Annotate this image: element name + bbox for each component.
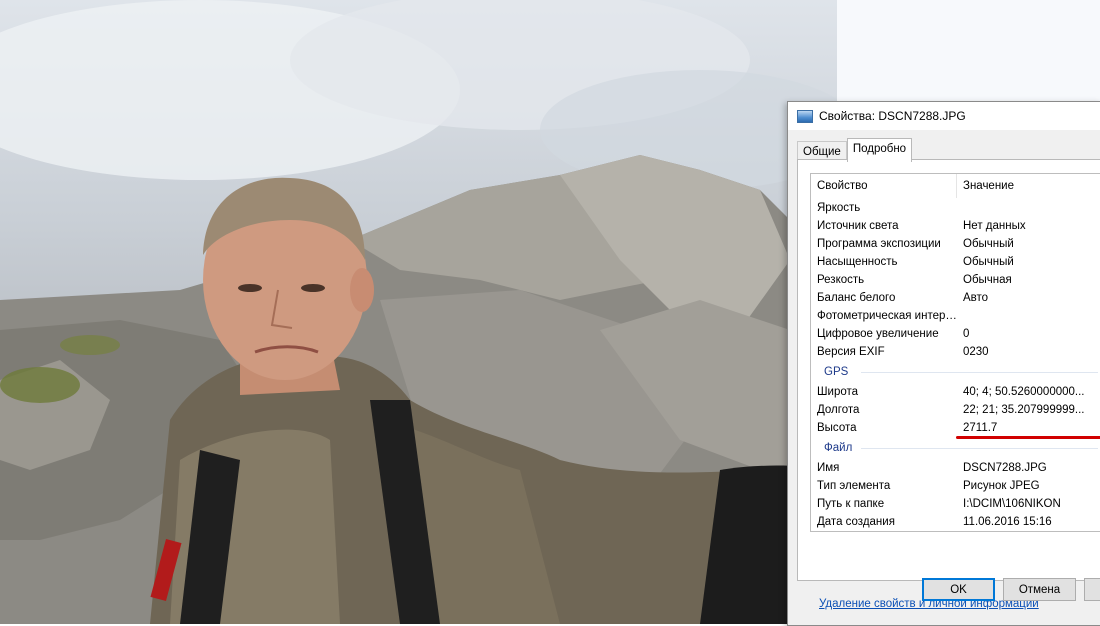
property-row[interactable]: Яркость	[811, 199, 1100, 217]
property-value: 22; 21; 35.207999999...	[963, 404, 1085, 416]
property-name: Путь к папке	[817, 498, 885, 510]
property-value: Обычный	[963, 238, 1014, 250]
property-name: Насыщенность	[817, 256, 898, 268]
property-name: Имя	[817, 462, 840, 474]
property-value: 0230	[963, 346, 989, 358]
property-value: 11.06.2016 15:16	[963, 516, 1052, 528]
property-row[interactable]: Тип элемента Рисунок JPEG	[811, 477, 1100, 495]
group-label-gps: GPS	[824, 366, 849, 378]
property-value: Авто	[963, 292, 989, 304]
property-name: Баланс белого	[817, 292, 896, 304]
property-name: Источник света	[817, 220, 899, 232]
property-value: Нет данных	[963, 220, 1026, 232]
column-header-property[interactable]: Свойство	[811, 174, 957, 198]
group-divider	[861, 372, 1098, 373]
list-header: Свойство Значение	[811, 174, 1100, 199]
property-value: DSCN7288.JPG	[963, 462, 1047, 474]
property-row[interactable]: Фотометрическая интер…	[811, 307, 1100, 325]
tab-strip: Общие Подробно	[797, 138, 913, 162]
altitude-highlight-underline	[956, 436, 1100, 439]
property-name: Резкость	[817, 274, 865, 286]
cancel-button[interactable]: Отмена	[1003, 578, 1076, 601]
property-row[interactable]: Дата создания 11.06.2016 15:16	[811, 513, 1100, 531]
property-row[interactable]: Цифровое увеличение 0	[811, 325, 1100, 343]
photo-illustration	[0, 0, 837, 624]
property-row[interactable]: Источник света Нет данных	[811, 217, 1100, 235]
property-value: Обычная	[963, 274, 1012, 286]
dialog-titlebar[interactable]: Свойства: DSCN7288.JPG	[788, 102, 1100, 130]
image-file-icon	[797, 109, 813, 123]
details-panel: Свойство Значение Яркость Источник света Н…	[797, 159, 1100, 610]
ok-button[interactable]: OK	[922, 578, 995, 601]
property-row[interactable]: Путь к папке I:\DCIM\106NIKON	[811, 495, 1100, 513]
property-name: Высота	[817, 422, 857, 434]
property-name: Дата создания	[817, 516, 895, 528]
property-name: Фотометрическая интер…	[817, 310, 957, 322]
property-name: Программа экспозиции	[817, 238, 941, 250]
property-row[interactable]: Широта 40; 4; 50.5260000000...	[811, 383, 1100, 401]
property-value: Рисунок JPEG	[963, 480, 1040, 492]
property-value: Обычный	[963, 256, 1014, 268]
property-row[interactable]: Программа экспозиции Обычный	[811, 235, 1100, 253]
property-name: Широта	[817, 386, 859, 398]
property-name: Цифровое увеличение	[817, 328, 939, 340]
property-row[interactable]: Баланс белого Авто	[811, 289, 1100, 307]
property-value: 2711.7	[963, 422, 998, 434]
tab-details[interactable]: Подробно	[846, 138, 913, 162]
property-row[interactable]: Долгота 22; 21; 35.207999999...	[811, 401, 1100, 419]
properties-dialog[interactable]: Свойства: DSCN7288.JPG Общие Подробно Св…	[787, 101, 1100, 626]
background-photo	[0, 0, 837, 624]
property-name: Долгота	[817, 404, 860, 416]
property-row[interactable]: Насыщенность Обычный	[811, 253, 1100, 271]
property-name: Версия EXIF	[817, 346, 885, 358]
property-row[interactable]: Резкость Обычная	[811, 271, 1100, 289]
property-value: 0	[963, 328, 970, 340]
column-header-value[interactable]: Значение	[957, 174, 1014, 198]
property-name: Яркость	[817, 202, 861, 214]
dialog-title: Свойства: DSCN7288.JPG	[819, 109, 966, 123]
group-label-file: Файл	[824, 442, 853, 454]
property-name: Тип элемента	[817, 480, 891, 492]
apply-button[interactable]	[1084, 578, 1100, 601]
group-header-gps: GPS	[811, 361, 1100, 383]
property-value: I:\DCIM\106NIKON	[963, 498, 1061, 510]
property-row[interactable]: Версия EXIF 0230	[811, 343, 1100, 361]
property-row[interactable]: Имя DSCN7288.JPG	[811, 459, 1100, 477]
group-divider	[861, 448, 1098, 449]
properties-list[interactable]: Свойство Значение Яркость Источник света Н…	[810, 173, 1100, 532]
property-row[interactable]: Высота 2711.7	[811, 419, 1100, 437]
group-header-file: Файл	[811, 437, 1100, 459]
property-value: 40; 4; 50.5260000000...	[963, 386, 1085, 398]
